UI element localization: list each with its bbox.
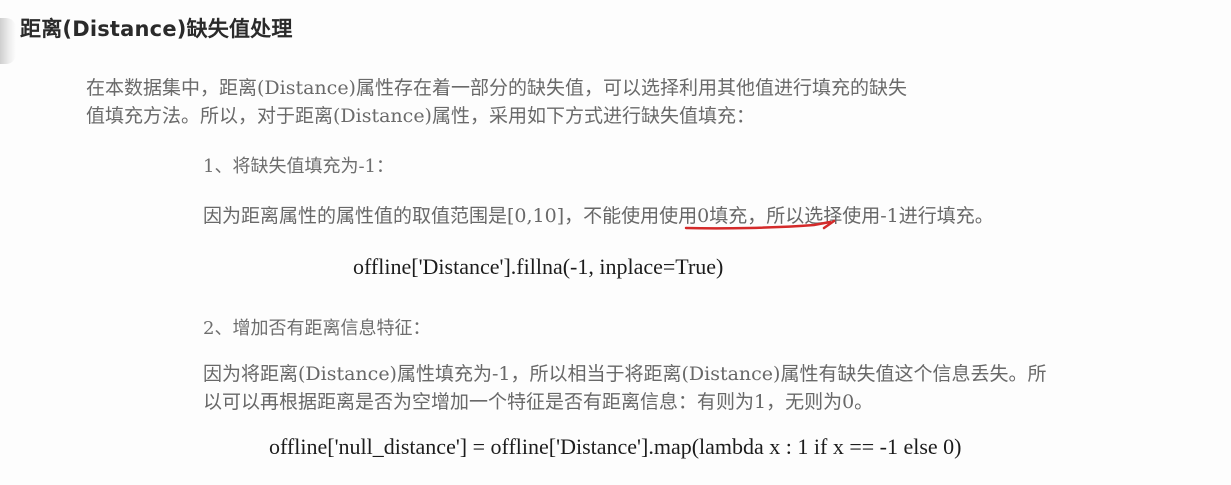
item-1-heading: 1、将缺失值填充为-1： <box>203 156 394 177</box>
section-title: 距离(Distance)缺失值处理 <box>20 17 293 41</box>
intro-paragraph: 在本数据集中，距离(Distance)属性存在着一部分的缺失值，可以选择利用其他… <box>86 74 1086 130</box>
page-edge-shadow <box>0 18 16 64</box>
item-1-code: offline['Distance'].fillna(-1, inplace=T… <box>353 254 724 279</box>
item-2-description-line-2: 以可以再根据距离是否为空增加一个特征是否有距离信息：有则为1，无则为0。 <box>203 391 874 413</box>
intro-line-2: 值填充方法。所以，对于距离(Distance)属性，采用如下方式进行缺失值填充： <box>86 105 755 127</box>
item-2-description: 因为将距离(Distance)属性填充为-1，所以相当于将距离(Distance… <box>203 360 1046 416</box>
item-2-code: offline['null_distance'] = offline['Dist… <box>269 434 962 459</box>
red-underline-annotation <box>684 219 836 230</box>
item-1-description: 因为距离属性的属性值的取值范围是[0,10]，不能使用使用0填充，所以选择使用-… <box>203 205 994 227</box>
document-page: 距离(Distance)缺失值处理 在本数据集中，距离(Distance)属性存… <box>0 0 1231 485</box>
item-2-heading: 2、增加否有距离信息特征： <box>203 318 431 339</box>
item-2-description-line-1: 因为将距离(Distance)属性填充为-1，所以相当于将距离(Distance… <box>203 363 1047 385</box>
intro-line-1: 在本数据集中，距离(Distance)属性存在着一部分的缺失值，可以选择利用其他… <box>86 77 907 99</box>
